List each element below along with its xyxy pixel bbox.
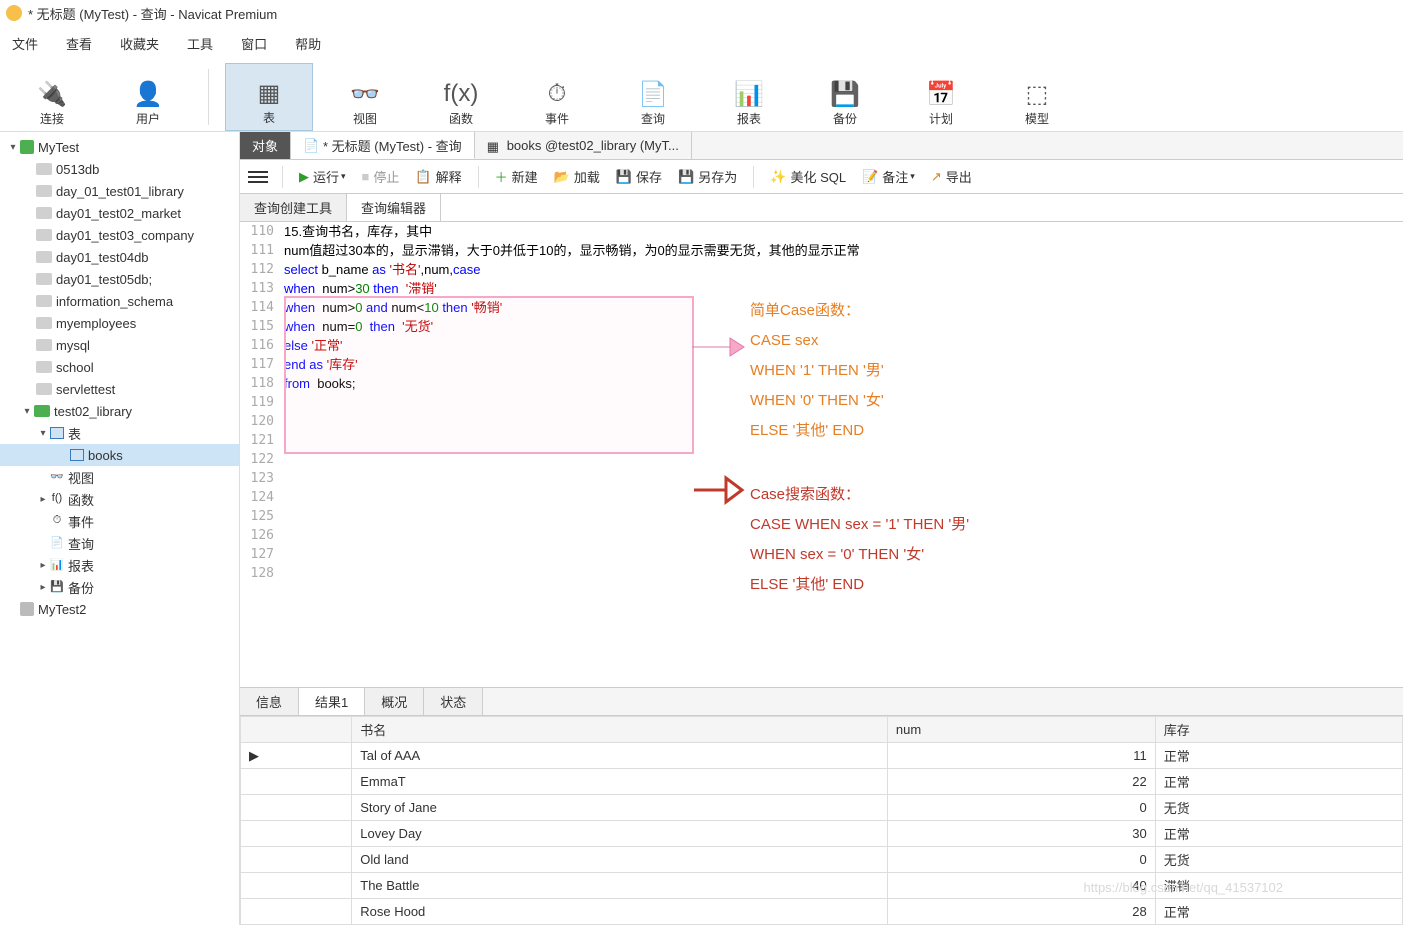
toolbtn-query[interactable]: 📄查询 <box>609 63 697 131</box>
obj-node[interactable]: 👓视图 <box>0 466 239 488</box>
menu-bar: 文件 查看 收藏夹 工具 窗口 帮助 <box>0 26 1403 60</box>
beautify-button[interactable]: ✨美化 SQL <box>764 164 852 190</box>
document-tabs: 对象 📄* 无标题 (MyTest) - 查询 ▦books @test02_l… <box>240 132 1403 160</box>
table-row[interactable]: Lovey Day30正常 <box>241 821 1403 847</box>
saveas-button[interactable]: 💾另存为 <box>672 164 743 190</box>
db-node[interactable]: day01_test03_company <box>0 224 239 246</box>
window-title: * 无标题 (MyTest) - 查询 - Navicat Premium <box>28 4 277 23</box>
func-icon: f(x) <box>445 80 477 108</box>
db-node[interactable]: school <box>0 356 239 378</box>
col-name[interactable]: 书名 <box>352 717 888 743</box>
table-row[interactable]: ▶Tal of AAA11正常 <box>241 743 1403 769</box>
code-content[interactable]: 15.查询书名，库存，其中num值超过30本的，显示滞销，大于0并低于10的，显… <box>284 222 860 393</box>
col-stock[interactable]: 库存 <box>1155 717 1402 743</box>
connection-tree[interactable]: ▾MyTest 0513dbday_01_test01_libraryday01… <box>0 132 240 925</box>
obj-node[interactable]: ▸💾备份 <box>0 576 239 598</box>
query-actionbar: ▶运行▾ ■停止 📋解释 ＋新建 📂加载 💾保存 💾另存为 ✨美化 SQL 📝备… <box>240 160 1403 194</box>
backup-icon: 💾 <box>829 80 861 108</box>
stop-button[interactable]: ■停止 <box>356 164 406 190</box>
db-node[interactable]: day01_test04db <box>0 246 239 268</box>
line-gutter: 110 111 112 113 114 115 116 117 118 119 … <box>240 222 280 583</box>
table-books[interactable]: books <box>0 444 239 466</box>
explain-button[interactable]: 📋解释 <box>409 164 467 190</box>
schedule-icon: 📅 <box>925 80 957 108</box>
query-icon: 📄 <box>637 80 669 108</box>
tab-query[interactable]: 📄* 无标题 (MyTest) - 查询 <box>291 132 475 159</box>
toolbtn-view[interactable]: 👓视图 <box>321 63 409 131</box>
view-icon: 👓 <box>349 80 381 108</box>
table-icon: ▦ <box>253 79 285 107</box>
rtab-status[interactable]: 状态 <box>424 688 483 715</box>
obj-node[interactable]: ▸f()函数 <box>0 488 239 510</box>
export-button[interactable]: ↗导出 <box>925 164 978 190</box>
subtab-builder[interactable]: 查询创建工具 <box>240 194 347 221</box>
toolbtn-connect[interactable]: 🔌连接 <box>8 63 96 131</box>
rtab-result1[interactable]: 结果1 <box>299 688 365 715</box>
user-icon: 👤 <box>132 80 164 108</box>
subtab-editor[interactable]: 查询编辑器 <box>347 194 441 221</box>
db-node[interactable]: day01_test05db; <box>0 268 239 290</box>
db-node[interactable]: information_schema <box>0 290 239 312</box>
query-tab-icon: 📄 <box>303 138 317 152</box>
run-button[interactable]: ▶运行▾ <box>293 164 352 190</box>
table-row[interactable]: Rose Hood28正常 <box>241 899 1403 925</box>
db-node[interactable]: day_01_test01_library <box>0 180 239 202</box>
col-num[interactable]: num <box>887 717 1155 743</box>
toolbtn-schedule[interactable]: 📅计划 <box>897 63 985 131</box>
menu-toggle-icon[interactable] <box>248 171 268 183</box>
report-icon: 📊 <box>733 80 765 108</box>
connect-icon: 🔌 <box>36 80 68 108</box>
result-tabs: 信息 结果1 概况 状态 <box>240 687 1403 716</box>
toolbtn-func[interactable]: f(x)函数 <box>417 63 505 131</box>
save-button[interactable]: 💾保存 <box>610 164 668 190</box>
toolbtn-model[interactable]: ⬚模型 <box>993 63 1081 131</box>
obj-node[interactable]: ⏱事件 <box>0 510 239 532</box>
rtab-profile[interactable]: 概况 <box>365 688 424 715</box>
rtab-info[interactable]: 信息 <box>240 688 299 715</box>
model-icon: ⬚ <box>1021 80 1053 108</box>
event-icon: ⏱ <box>541 80 573 108</box>
load-button[interactable]: 📂加载 <box>548 164 606 190</box>
db-node[interactable]: day01_test02_market <box>0 202 239 224</box>
table-row[interactable]: EmmaT22正常 <box>241 769 1403 795</box>
menu-window[interactable]: 窗口 <box>241 34 267 52</box>
new-button[interactable]: ＋新建 <box>489 164 544 190</box>
toolbtn-report[interactable]: 📊报表 <box>705 63 793 131</box>
server-node-2[interactable]: MyTest2 <box>0 598 239 620</box>
db-node[interactable]: myemployees <box>0 312 239 334</box>
arrow-red-icon <box>690 472 746 508</box>
tables-node[interactable]: ▾表 <box>0 422 239 444</box>
menu-tools[interactable]: 工具 <box>187 34 213 52</box>
menu-help[interactable]: 帮助 <box>295 34 321 52</box>
db-node[interactable]: mysql <box>0 334 239 356</box>
main-toolbar: 🔌连接👤用户 ▦表👓视图f(x)函数⏱事件📄查询📊报表💾备份📅计划⬚模型 <box>0 60 1403 132</box>
title-bar: * 无标题 (MyTest) - 查询 - Navicat Premium <box>0 0 1403 26</box>
server-node[interactable]: ▾MyTest <box>0 136 239 158</box>
db-open[interactable]: ▾test02_library <box>0 400 239 422</box>
watermark: https://blog.csdn.net/qq_41537102 <box>1084 880 1284 895</box>
toolbtn-table[interactable]: ▦表 <box>225 63 313 131</box>
editor-subtabs: 查询创建工具 查询编辑器 <box>240 194 1403 222</box>
menu-fav[interactable]: 收藏夹 <box>120 34 159 52</box>
menu-view[interactable]: 查看 <box>66 34 92 52</box>
tab-table-books[interactable]: ▦books @test02_library (MyT... <box>475 132 692 159</box>
main-area: 对象 📄* 无标题 (MyTest) - 查询 ▦books @test02_l… <box>240 132 1403 925</box>
toolbtn-event[interactable]: ⏱事件 <box>513 63 601 131</box>
table-tab-icon: ▦ <box>487 139 501 153</box>
table-row[interactable]: Old land0无货 <box>241 847 1403 873</box>
tab-objects[interactable]: 对象 <box>240 132 291 159</box>
obj-node[interactable]: 📄查询 <box>0 532 239 554</box>
memo-button[interactable]: 📝备注▾ <box>856 164 921 190</box>
menu-file[interactable]: 文件 <box>12 34 38 52</box>
obj-node[interactable]: ▸📊报表 <box>0 554 239 576</box>
app-icon <box>6 5 22 21</box>
db-node[interactable]: 0513db <box>0 158 239 180</box>
toolbtn-user[interactable]: 👤用户 <box>104 63 192 131</box>
toolbtn-backup[interactable]: 💾备份 <box>801 63 889 131</box>
sql-editor[interactable]: 110 111 112 113 114 115 116 117 118 119 … <box>240 222 1403 687</box>
annotation-search-case: Case搜索函数： CASE WHEN sex = '1' THEN '男' W… <box>750 480 969 600</box>
table-row[interactable]: Story of Jane0无货 <box>241 795 1403 821</box>
db-node[interactable]: servlettest <box>0 378 239 400</box>
